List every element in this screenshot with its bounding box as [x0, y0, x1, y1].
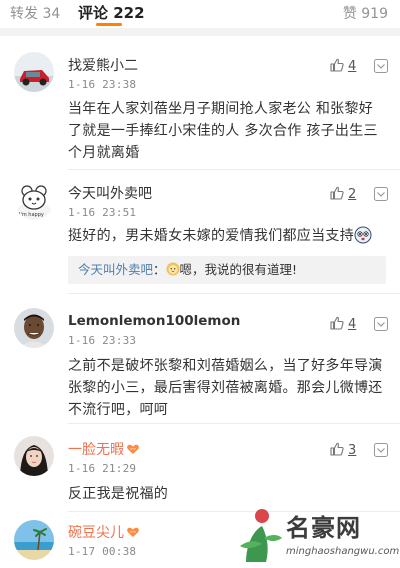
more-options-button[interactable]: [374, 59, 388, 73]
comment-tabs: 转发 34 评论 222 赞 919: [0, 0, 400, 28]
comment-item: Lemonlemon100lemon 1-16 23:33 4 之前不是破坏张黎…: [0, 296, 400, 424]
tab-comments[interactable]: 评论 222: [78, 2, 145, 23]
comment-text: 挺好的，男未婚女未嫁的爱情我们都应当支持: [68, 225, 386, 247]
comment-item: 一脸无暇 1-16 21:29 3 反正我是祝福的: [0, 424, 400, 512]
like-count: 2: [348, 187, 357, 202]
lion-emoji-icon: [166, 262, 180, 276]
thumbs-up-icon: [330, 186, 344, 200]
heart-badge-icon: [127, 527, 139, 537]
tab-reposts[interactable]: 转发 34: [10, 3, 60, 23]
watermark-url: minghaoshangwu.com: [286, 546, 400, 557]
comment-author[interactable]: 找爱熊小二: [68, 55, 138, 75]
comment-time: 1-16 23:33: [68, 334, 137, 347]
comment-time: 1-16 23:51: [68, 206, 137, 219]
tab-likes[interactable]: 赞 919: [343, 3, 388, 23]
comment-author[interactable]: 一脸无暇: [68, 439, 140, 459]
avatar-beach-icon[interactable]: [14, 520, 54, 560]
like-button[interactable]: 3: [330, 442, 356, 458]
comment-time: 1-17 00:38: [68, 545, 137, 558]
comment-author[interactable]: Lemonlemon100lemon: [68, 313, 240, 329]
watermark-title: 名豪网: [286, 513, 361, 542]
comment-time: 1-16 23:38: [68, 78, 137, 91]
reply-author-link[interactable]: 今天叫外卖吧: [78, 262, 153, 277]
like-button[interactable]: 4: [330, 58, 356, 74]
thumbs-up-icon: [330, 442, 344, 456]
heart-badge-icon: [127, 444, 139, 454]
avatar-car-icon[interactable]: [14, 52, 54, 92]
like-count: 4: [348, 317, 357, 332]
site-watermark: 名豪网 minghaoshangwu.com: [236, 502, 400, 566]
comment-author[interactable]: 碗豆尖儿: [68, 522, 140, 542]
thumbs-up-icon: [330, 58, 344, 72]
more-options-button[interactable]: [374, 187, 388, 201]
thumbs-up-icon: [330, 316, 344, 330]
svg-text:I'm happy: I'm happy: [19, 212, 44, 218]
comment-item: 找爱熊小二 1-16 23:38 4 当年在人家刘蓓坐月子期间抢人家老公 和张黎…: [0, 36, 400, 170]
like-button[interactable]: 2: [330, 186, 356, 202]
chevron-down-icon: [374, 59, 388, 73]
comment-text: 之前不是破坏张黎和刘蓓婚姻么，当了好多年导演 张黎的小三，最后害得刘蓓被离婚。那…: [68, 358, 383, 418]
surprised-emoji-icon: [354, 226, 372, 244]
person-logo-icon: [240, 509, 282, 562]
comment-item: I'm happy 今天叫外卖吧 1-16 23:51 2 挺好的，男未婚女未嫁…: [0, 170, 400, 295]
chevron-down-icon: [374, 317, 388, 331]
section-gap: [0, 28, 400, 36]
chevron-down-icon: [374, 443, 388, 457]
comment-author[interactable]: 今天叫外卖吧: [68, 183, 152, 203]
reply-preview[interactable]: 今天叫外卖吧： 嗯，我说的很有道理!: [68, 256, 386, 284]
comment-text: 当年在人家刘蓓坐月子期间抢人家老公 和张黎好 了就是一手捧红小宋佳的人 多次合作…: [68, 101, 378, 161]
like-count: 4: [348, 59, 357, 74]
avatar-man-icon[interactable]: [14, 308, 54, 348]
avatar-bear-icon[interactable]: I'm happy: [14, 180, 54, 220]
more-options-button[interactable]: [374, 317, 388, 331]
active-tab-indicator: [96, 23, 122, 26]
like-count: 3: [348, 443, 357, 458]
avatar-woman-icon[interactable]: [14, 436, 54, 476]
comment-time: 1-16 21:29: [68, 462, 137, 475]
chevron-down-icon: [374, 187, 388, 201]
divider: [68, 293, 400, 294]
like-button[interactable]: 4: [330, 316, 356, 332]
more-options-button[interactable]: [374, 443, 388, 457]
